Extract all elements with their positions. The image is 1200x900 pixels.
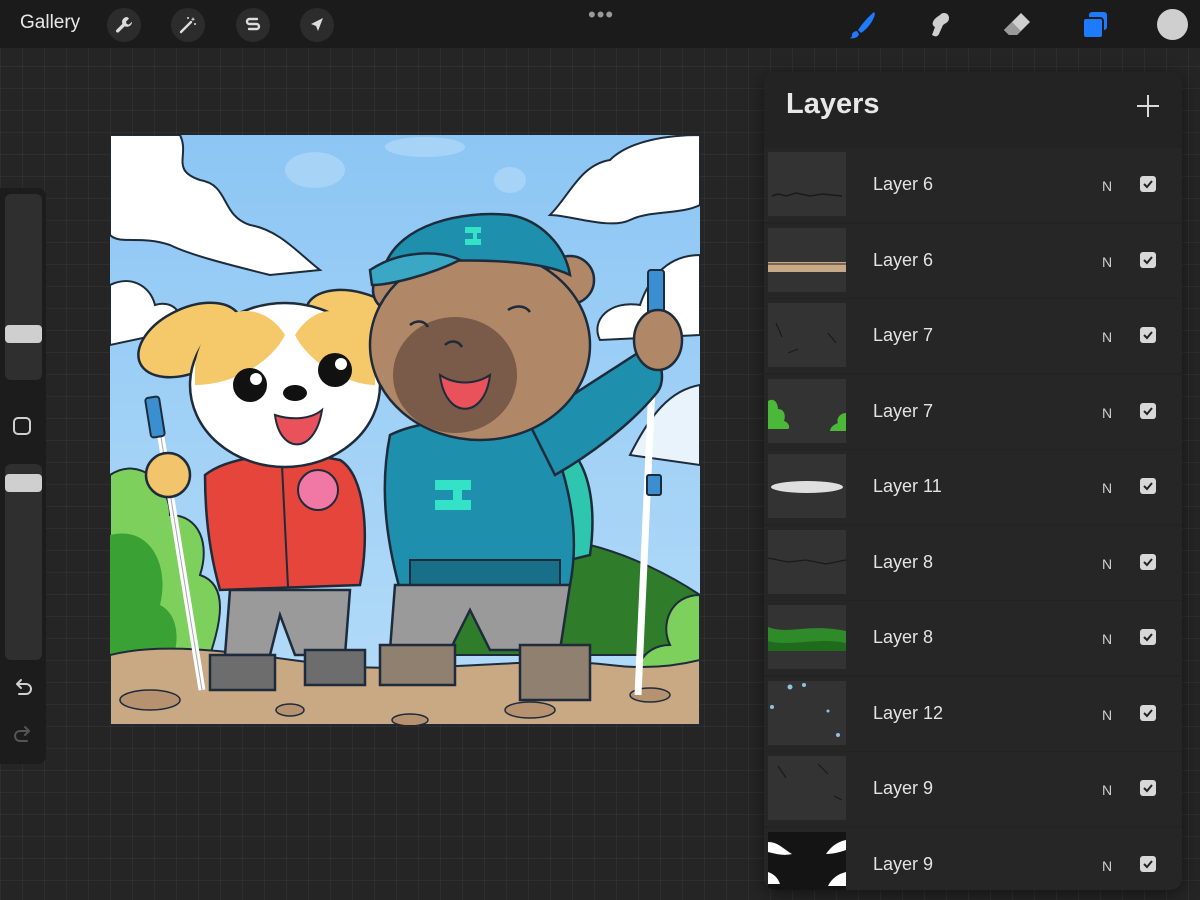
- eraser-icon: [1004, 13, 1030, 35]
- undo-icon[interactable]: [12, 678, 34, 700]
- modify-button[interactable]: [13, 417, 31, 435]
- layer-name: Layer 12: [873, 702, 944, 723]
- top-toolbar: Gallery •••: [0, 0, 1200, 48]
- layer-thumbnail: [768, 529, 846, 594]
- blend-mode[interactable]: N: [1102, 782, 1112, 798]
- visibility-checkbox[interactable]: [1140, 176, 1156, 192]
- layer-list: Layer 6 N Layer 6 N Layer 7 N Layer 7 N …: [764, 148, 1182, 890]
- visibility-checkbox[interactable]: [1140, 327, 1156, 343]
- layer-row[interactable]: Layer 7 N: [764, 374, 1182, 449]
- blend-mode[interactable]: N: [1102, 178, 1112, 194]
- layer-name: Layer 8: [873, 551, 934, 572]
- magic-wand-icon: [179, 17, 196, 34]
- wrench-icon: [116, 17, 133, 33]
- layer-thumbnail: [768, 454, 846, 518]
- layer-thumbnail: [768, 756, 846, 820]
- blend-mode[interactable]: N: [1102, 556, 1112, 572]
- layer-row[interactable]: Layer 9 N: [764, 827, 1182, 890]
- layer-row[interactable]: Layer 7 N: [764, 299, 1182, 373]
- layer-thumbnail: [768, 605, 846, 669]
- layer-row[interactable]: Layer 6 N: [764, 223, 1182, 298]
- layers-panel-title: Layers: [786, 88, 880, 120]
- hiking-bear-dog-illustration: [110, 135, 700, 725]
- blend-mode[interactable]: N: [1102, 480, 1112, 496]
- visibility-checkbox[interactable]: [1140, 704, 1156, 721]
- visibility-checkbox[interactable]: [1140, 251, 1156, 268]
- layer-thumbnail: [768, 303, 846, 367]
- brush-tool[interactable]: [845, 8, 879, 42]
- layers-tool[interactable]: [1078, 8, 1112, 42]
- visibility-checkbox[interactable]: [1140, 478, 1156, 494]
- layer-thumbnail: [768, 680, 846, 745]
- blend-mode[interactable]: N: [1102, 707, 1112, 723]
- adjustments-button[interactable]: [171, 8, 205, 42]
- smudge-tool[interactable]: [923, 8, 957, 42]
- transform-button[interactable]: [300, 8, 334, 42]
- eraser-tool[interactable]: [1000, 8, 1034, 42]
- more-options-handle[interactable]: •••: [588, 2, 614, 28]
- gallery-button[interactable]: Gallery: [20, 12, 80, 34]
- drawing-canvas[interactable]: [110, 135, 700, 725]
- layer-name: Layer 6: [873, 249, 934, 270]
- layer-name: Layer 11: [873, 476, 942, 496]
- opacity-slider[interactable]: [5, 464, 42, 660]
- left-sidebar: [0, 188, 46, 764]
- layer-row[interactable]: Layer 8 N: [764, 601, 1182, 675]
- visibility-checkbox[interactable]: [1140, 780, 1156, 796]
- layer-thumbnail: [768, 831, 846, 890]
- smudge-icon: [932, 13, 949, 37]
- visibility-checkbox[interactable]: [1140, 855, 1156, 872]
- brush-icon: [849, 12, 875, 39]
- layer-name: Layer 7: [873, 325, 934, 345]
- plus-icon[interactable]: [1134, 92, 1162, 120]
- visibility-checkbox[interactable]: [1140, 629, 1156, 645]
- visibility-checkbox[interactable]: [1140, 553, 1156, 570]
- blend-mode[interactable]: N: [1102, 254, 1112, 270]
- selection-button[interactable]: [236, 8, 270, 42]
- layer-thumbnail: [768, 227, 846, 292]
- layer-row[interactable]: Layer 12 N: [764, 676, 1182, 751]
- layer-name: Layer 9: [873, 778, 934, 798]
- opacity-thumb[interactable]: [5, 474, 42, 492]
- color-picker-button[interactable]: [1157, 9, 1188, 40]
- layer-thumbnail: [768, 378, 846, 443]
- layer-name: Layer 8: [873, 627, 934, 647]
- blend-mode[interactable]: N: [1102, 858, 1112, 874]
- actions-button[interactable]: [107, 8, 141, 42]
- layer-name: Layer 9: [873, 853, 934, 874]
- redo-icon[interactable]: [12, 725, 34, 747]
- layer-name: Layer 6: [873, 174, 934, 194]
- blend-mode[interactable]: N: [1102, 631, 1112, 647]
- blend-mode[interactable]: N: [1102, 329, 1112, 345]
- layers-icon: [1082, 12, 1107, 39]
- blend-mode[interactable]: N: [1102, 405, 1112, 421]
- layers-panel: Layers Layer 6 N Layer 6 N Layer 7 N Lay…: [764, 72, 1182, 890]
- layer-thumbnail: [768, 152, 846, 216]
- transform-arrow-icon: [311, 18, 323, 31]
- layer-row[interactable]: Layer 6 N: [764, 148, 1182, 222]
- layer-row[interactable]: Layer 9 N: [764, 752, 1182, 826]
- layer-row[interactable]: Layer 11 N: [764, 450, 1182, 524]
- selection-icon: [245, 17, 261, 31]
- visibility-checkbox[interactable]: [1140, 402, 1156, 419]
- brush-size-thumb[interactable]: [5, 325, 42, 343]
- layer-name: Layer 7: [873, 400, 934, 421]
- layer-row[interactable]: Layer 8 N: [764, 525, 1182, 600]
- brush-size-slider[interactable]: [5, 194, 42, 380]
